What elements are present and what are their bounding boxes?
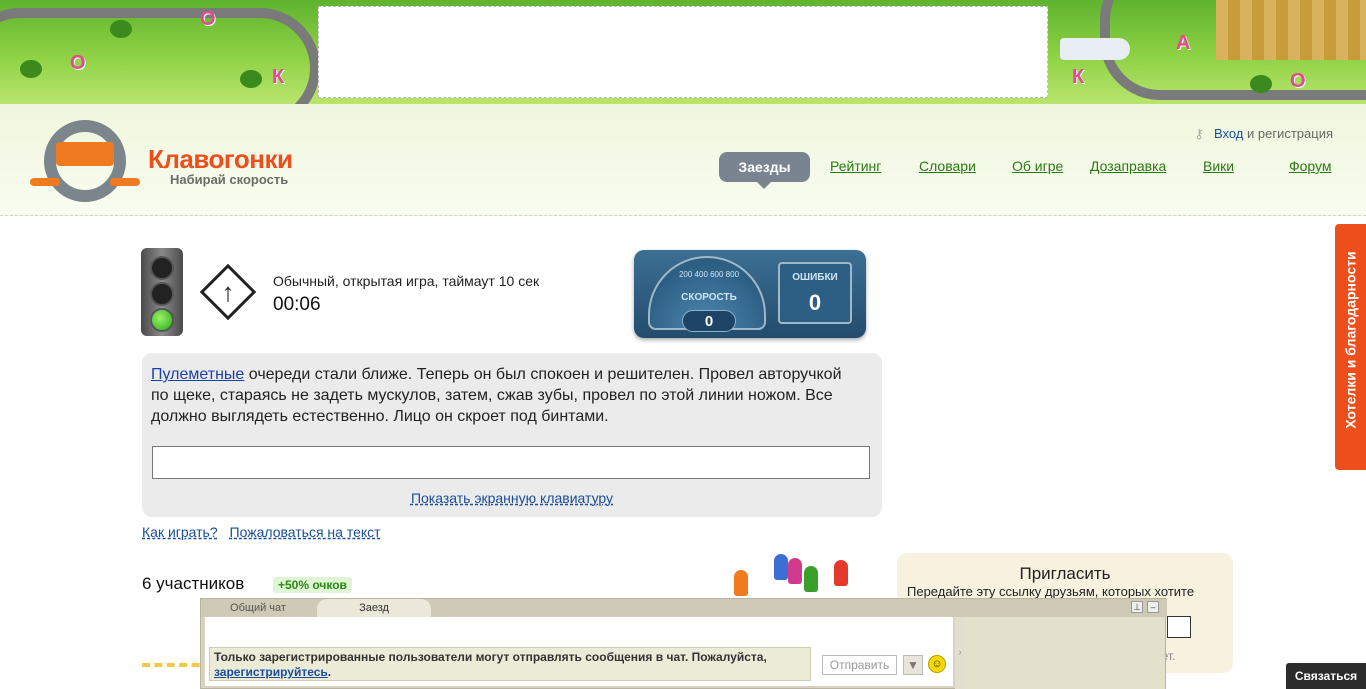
register-link[interactable]: зарегистрируйтесь — [214, 665, 328, 679]
smiley-icon[interactable]: ☺ — [928, 655, 946, 673]
chat-user-list — [965, 617, 1165, 689]
top-banner: О К О А К О — [0, 0, 1366, 104]
banner-bush — [110, 20, 132, 38]
traffic-lamp-yellow — [150, 282, 174, 306]
invite-title: Пригласить — [1019, 564, 1111, 583]
banner-bush — [20, 60, 42, 78]
nav-item-forum[interactable]: Форум — [1289, 158, 1332, 174]
typing-panel: Пулеметные очереди стали ближе. Теперь о… — [142, 353, 882, 517]
key-icon: ⚷ — [1194, 126, 1204, 141]
errors-value: 0 — [808, 290, 822, 315]
typing-input[interactable] — [152, 446, 870, 479]
report-text-link[interactable]: Пожаловаться на текст — [230, 524, 381, 540]
banner-letter: А — [1176, 32, 1191, 54]
traffic-lamp-red — [150, 256, 174, 280]
traffic-light-icon — [141, 248, 183, 336]
banner-bush — [240, 70, 262, 88]
invite-text: Передайте эту ссылку друзьям, которых хо… — [907, 584, 1195, 599]
chat-notice: Только зарегистрированные пользователи м… — [209, 647, 811, 681]
speed-value: 0 — [682, 310, 736, 332]
tab-general-chat[interactable]: Общий чат — [201, 599, 315, 617]
banner-road — [0, 8, 320, 104]
send-button[interactable]: Отправить — [822, 655, 897, 675]
ad-slot[interactable] — [318, 6, 1048, 98]
nav-item-rating[interactable]: Рейтинг — [830, 158, 881, 174]
errors-label: ОШИБКИ — [792, 272, 838, 283]
typing-text: Пулеметные очереди стали ближе. Теперь о… — [151, 364, 851, 427]
banner-field — [1216, 0, 1366, 60]
banner-bush — [1250, 75, 1272, 93]
avatar — [788, 558, 802, 584]
nav-item-refuel[interactable]: Дозаправка — [1090, 158, 1166, 174]
login-area: ⚷ Вход и регистрация — [1194, 126, 1333, 142]
plane-icon — [1060, 38, 1130, 60]
dashboard: 200 400 600 800 СКОРОСТЬ 0 ОШИБКИ 0 — [634, 250, 866, 338]
banner-letter: О — [200, 8, 216, 30]
bonus-badge: +50% очков — [273, 577, 352, 593]
feedback-tab[interactable]: Хотелки и благодарности — [1335, 224, 1366, 470]
avatar — [774, 554, 788, 580]
feedback-label: Хотелки и благодарности — [1342, 251, 1359, 429]
speed-label: СКОРОСТЬ — [681, 292, 737, 303]
participants-avatars — [730, 550, 860, 600]
remaining-text: очереди стали ближе. Теперь он был споко… — [151, 366, 842, 425]
chat-messages: Только зарегистрированные пользователи м… — [205, 617, 953, 686]
nav-item-races[interactable]: Заезды — [719, 152, 810, 189]
banner-letter: О — [70, 52, 86, 74]
nav-item-about[interactable]: Об игре — [1012, 158, 1063, 174]
site-header: Клавогонки Набирай скорость ⚷ Вход и рег… — [0, 104, 1366, 216]
nav-item-dictionaries[interactable]: Словари — [919, 158, 976, 174]
errors-panel: ОШИБКИ 0 — [778, 262, 852, 324]
show-keyboard-link[interactable]: Показать экранную клавиатуру — [142, 490, 882, 506]
banner-letter: О — [1290, 70, 1306, 92]
arrow-up-icon: ↑ — [221, 277, 235, 307]
main-nav: Заезды Рейтинг Словари Об игре Дозаправк… — [0, 152, 1366, 189]
banner-letter: К — [272, 66, 285, 88]
filter-icon[interactable]: ▼ — [903, 655, 923, 675]
chat-notice-end: . — [327, 665, 332, 679]
avatar — [734, 570, 748, 596]
login-suffix: и регистрация — [1247, 126, 1333, 141]
banner-letter: К — [1072, 66, 1085, 88]
nav-item-wiki[interactable]: Вики — [1203, 158, 1234, 174]
game-timer: 00:06 — [273, 294, 321, 315]
pin-icon[interactable]: ⊥ — [1131, 601, 1143, 613]
avatar — [834, 560, 848, 586]
gauge-ticks: 200 400 600 800 — [678, 270, 740, 279]
help-links: Как играть? Пожаловаться на текст — [142, 524, 389, 540]
speed-gauge: 200 400 600 800 СКОРОСТЬ 0 — [648, 256, 766, 332]
minimize-icon[interactable]: – — [1147, 601, 1159, 613]
chat-notice-text: Только зарегистрированные пользователи м… — [214, 650, 767, 664]
traffic-lamp-green — [150, 308, 174, 332]
chat-tabs: Общий чат Заезд ⊥ – — [201, 599, 1167, 617]
game-mode: Обычный, открытая игра, таймаут 10 сек — [273, 273, 540, 289]
login-link[interactable]: Вход — [1214, 126, 1243, 141]
current-word: Пулеметные — [151, 366, 245, 383]
avatar — [804, 566, 818, 592]
contact-button[interactable]: Связаться — [1286, 663, 1366, 689]
chat-splitter[interactable]: › — [955, 617, 965, 689]
invite-link-field[interactable] — [1167, 616, 1191, 638]
how-to-play-link[interactable]: Как играть? — [142, 524, 218, 540]
tab-race-chat[interactable]: Заезд — [317, 599, 431, 617]
participants-count: 6 участников — [142, 574, 245, 593]
chat-window: Общий чат Заезд ⊥ – Только зарегистриров… — [200, 598, 1167, 689]
